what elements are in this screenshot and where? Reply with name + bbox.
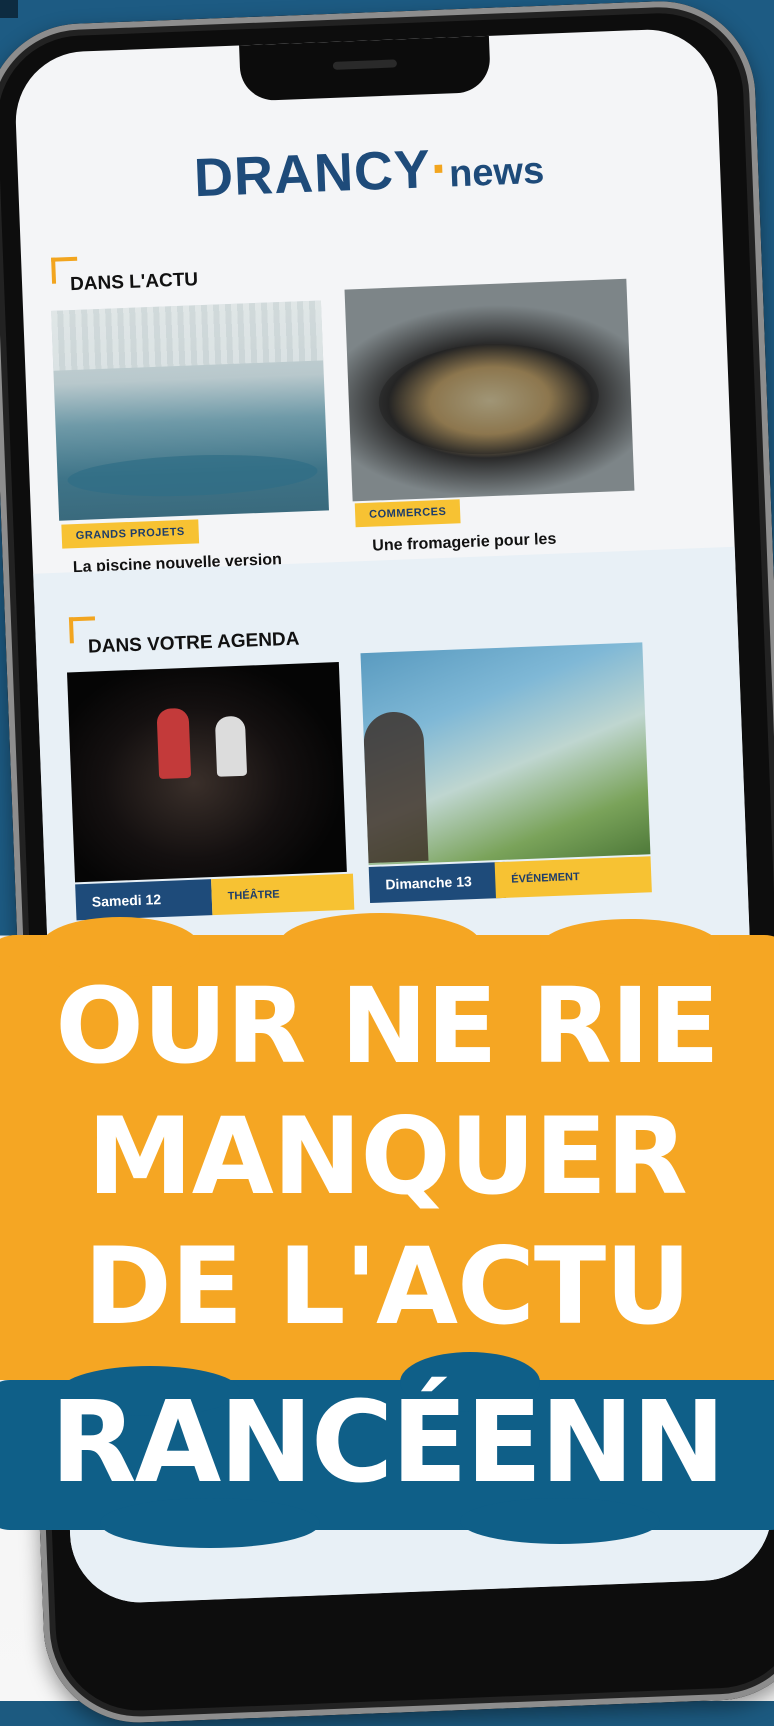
agenda-date-dimanche[interactable]: Dimanche 13 bbox=[368, 861, 506, 904]
logo-suffix: news bbox=[448, 149, 545, 196]
pool-image[interactable] bbox=[51, 300, 329, 521]
headline-line-4: RANCÉENN bbox=[50, 1378, 725, 1508]
section-title-actu: DANS L'ACTU bbox=[69, 269, 199, 296]
parade-image[interactable] bbox=[360, 642, 651, 866]
headline-line-2: MANQUER bbox=[87, 1095, 687, 1218]
site-logo[interactable]: DRANCY·news bbox=[17, 127, 721, 216]
agenda-category-evenement[interactable]: ÉVÉNEMENT bbox=[494, 856, 652, 899]
phone-notch bbox=[239, 35, 492, 102]
pool-water bbox=[66, 450, 319, 501]
speaker-icon bbox=[332, 59, 398, 70]
banner-edge bbox=[280, 913, 480, 973]
actor-figure bbox=[156, 707, 192, 780]
theatre-image[interactable] bbox=[67, 662, 347, 883]
agenda-date-samedi[interactable]: Samedi 12 bbox=[75, 879, 213, 921]
roof-structure bbox=[51, 300, 324, 371]
spectator-figure bbox=[362, 710, 429, 864]
tag-commerces[interactable]: COMMERCES bbox=[354, 499, 461, 528]
platter-plate bbox=[376, 339, 601, 459]
headline-line-1: OUR NE RIE bbox=[55, 965, 719, 1087]
corner-block bbox=[0, 0, 18, 18]
agenda-category-theatre[interactable]: THÉÂTRE bbox=[211, 873, 355, 916]
actor-figure bbox=[214, 715, 248, 777]
headline-line-3: DE L'ACTU bbox=[83, 1225, 692, 1348]
logo-dot-icon: · bbox=[429, 138, 451, 200]
tag-grands-projets[interactable]: GRANDS PROJETS bbox=[61, 519, 200, 549]
cheese-platter-image[interactable] bbox=[344, 278, 635, 502]
logo-name: DRANCY bbox=[192, 139, 433, 209]
